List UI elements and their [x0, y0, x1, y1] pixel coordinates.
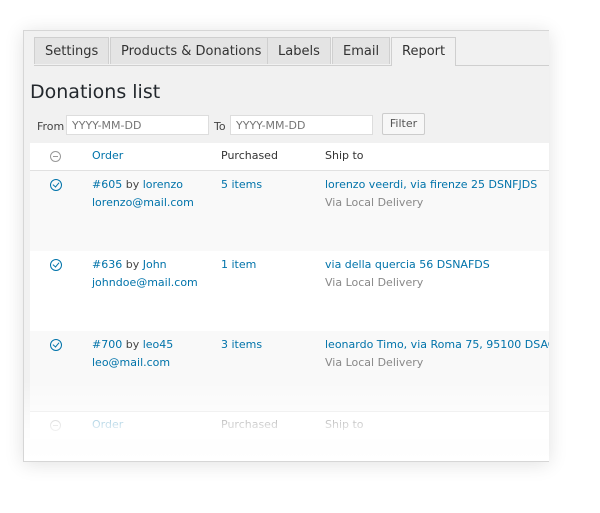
order-cell: #636 by John [92, 256, 167, 274]
circle-check-icon[interactable] [50, 259, 62, 271]
purchased-items-link[interactable]: 3 items [221, 336, 262, 354]
tab-report[interactable]: Report [391, 37, 457, 66]
ship-to-address-link[interactable]: lorenzo veerdi, via firenze 25 DSNFJDS [325, 176, 537, 194]
tab-products-donations[interactable]: Products & Donations [110, 37, 273, 64]
order-number-link[interactable]: #700 [92, 338, 122, 351]
tab-email[interactable]: Email [332, 37, 391, 64]
table-row: #605 by lorenzo lorenzo@mail.com 5 items… [30, 171, 549, 251]
filter-button[interactable]: Filter [382, 113, 425, 135]
tab-labels[interactable]: Labels [267, 37, 331, 64]
donations-table: Order Purchased Ship to #605 by lorenzo … [30, 143, 549, 439]
column-order[interactable]: Order [92, 147, 123, 165]
tab-bar: Settings Products & Donations Labels Ema… [34, 37, 549, 66]
tab-settings[interactable]: Settings [34, 37, 110, 64]
column-ship-to: Ship to [325, 149, 364, 162]
minus-circle-icon[interactable] [50, 420, 61, 431]
circle-check-icon[interactable] [50, 339, 62, 351]
table-footer: Order Purchased Ship to [30, 411, 549, 439]
customer-link[interactable]: lorenzo [143, 178, 183, 191]
shipping-method: Via Local Delivery [325, 276, 424, 289]
order-number-link[interactable]: #636 [92, 258, 122, 271]
purchased-items-link[interactable]: 1 item [221, 256, 256, 274]
settings-panel: Settings Products & Donations Labels Ema… [23, 30, 549, 462]
by-label: by [125, 258, 140, 271]
customer-link[interactable]: John [143, 258, 167, 271]
select-all-icon[interactable] [50, 151, 61, 162]
circle-check-icon[interactable] [50, 179, 62, 191]
order-cell: #700 by leo45 [92, 336, 173, 354]
ship-to-address-link[interactable]: leonardo Timo, via Roma 75, 95100 DSAOJD [325, 336, 549, 354]
customer-email-link[interactable]: lorenzo@mail.com [92, 194, 194, 212]
to-label: To [214, 120, 226, 133]
column-purchased: Purchased [221, 149, 278, 162]
by-label: by [125, 178, 140, 191]
footer-column-order[interactable]: Order [92, 416, 123, 434]
from-date-input[interactable] [66, 115, 209, 135]
page-title: Donations list [30, 81, 161, 103]
footer-column-purchased: Purchased [221, 418, 278, 431]
from-label: From [37, 120, 65, 133]
to-date-input[interactable] [230, 115, 373, 135]
customer-link[interactable]: leo45 [143, 338, 174, 351]
footer-column-ship-to: Ship to [325, 418, 364, 431]
purchased-items-link[interactable]: 5 items [221, 176, 262, 194]
order-cell: #605 by lorenzo [92, 176, 183, 194]
customer-email-link[interactable]: johndoe@mail.com [92, 274, 198, 292]
customer-email-link[interactable]: leo@mail.com [92, 354, 170, 372]
shipping-method: Via Local Delivery [325, 356, 424, 369]
table-row: #700 by leo45 leo@mail.com 3 items leona… [30, 331, 549, 411]
by-label: by [125, 338, 140, 351]
order-number-link[interactable]: #605 [92, 178, 122, 191]
table-row: #636 by John johndoe@mail.com 1 item via… [30, 251, 549, 331]
shipping-method: Via Local Delivery [325, 196, 424, 209]
ship-to-address-link[interactable]: via della quercia 56 DSNAFDS [325, 256, 490, 274]
table-header: Order Purchased Ship to [30, 143, 549, 171]
